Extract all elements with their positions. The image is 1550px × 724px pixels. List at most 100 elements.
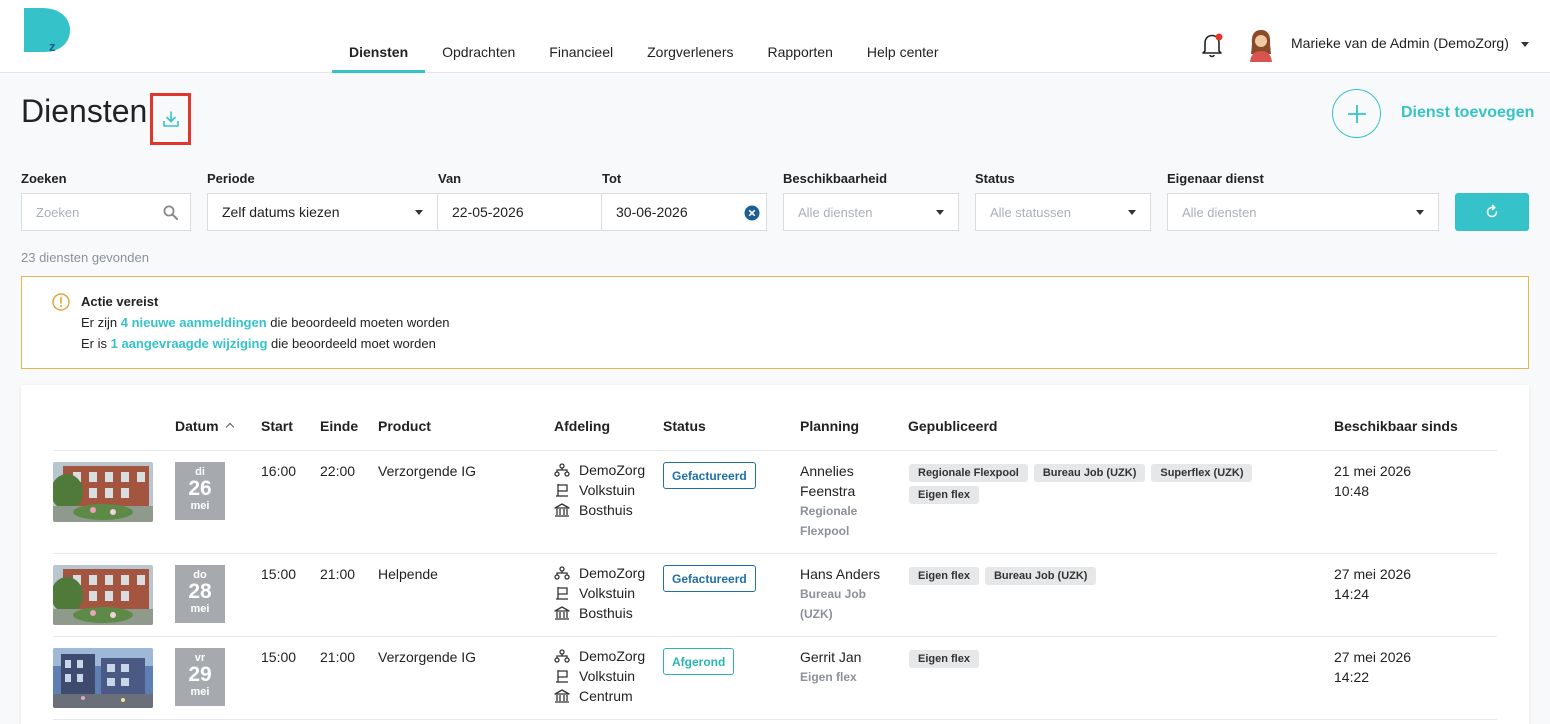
location-name: Centrum (579, 688, 633, 704)
add-service-button[interactable] (1332, 89, 1381, 138)
van-date-input[interactable]: 22-05-2026 (437, 193, 602, 231)
department-icon (556, 587, 568, 600)
nav-zorgverleners[interactable]: Zorgverleners (630, 32, 750, 73)
alert-text: Er zijn (81, 315, 121, 330)
download-icon (162, 111, 179, 127)
location-photo (53, 648, 153, 708)
date-badge: vr 29 mei (175, 648, 225, 706)
tot-value: 30-06-2026 (616, 204, 688, 220)
add-service-label[interactable]: Dienst toevoegen (1401, 104, 1534, 122)
van-value: 22-05-2026 (452, 204, 524, 220)
chevron-down-icon (1128, 210, 1136, 215)
beschikbaarheid-select[interactable]: Alle diensten (783, 193, 959, 231)
download-button[interactable] (150, 93, 191, 145)
clear-icon[interactable] (744, 205, 760, 221)
available-since: 21 mei 2026 10:48 (1334, 461, 1411, 501)
periode-label: Periode (207, 171, 255, 186)
end-time: 21:00 (320, 566, 356, 582)
reset-filters-button[interactable] (1455, 193, 1529, 231)
nav-rapporten[interactable]: Rapporten (751, 32, 850, 73)
search-input[interactable]: Zoeken (21, 193, 191, 231)
day-number: 29 (188, 663, 212, 686)
avatar[interactable] (1246, 28, 1276, 62)
planned-person-lastname[interactable]: Feenstra (800, 481, 857, 501)
nav-financieel[interactable]: Financieel (532, 32, 630, 73)
department-icon (556, 484, 568, 497)
status-select[interactable]: Alle statussen (975, 193, 1151, 231)
column-header-beschikbaar-sinds: Beschikbaar sinds (1334, 418, 1458, 434)
status-label: Status (975, 171, 1015, 186)
product: Verzorgende IG (378, 649, 477, 665)
tag: Eigen flex (909, 567, 979, 585)
nav-opdrachten[interactable]: Opdrachten (425, 32, 532, 73)
logo[interactable]: z (22, 6, 72, 54)
tag: Bureau Job (UZK) (984, 567, 1097, 585)
table-row[interactable]: di 26 mei 16:00 22:00 Verzorgende IG Dem… (21, 451, 1529, 554)
beschikbaarheid-placeholder: Alle diensten (798, 204, 873, 220)
refresh-icon (1486, 204, 1498, 218)
available-time: 14:24 (1334, 586, 1370, 602)
tot-label: Tot (602, 171, 622, 186)
sort-ascending-icon (225, 422, 234, 432)
search-label: Zoeken (21, 171, 67, 186)
planning-source: Regionale (800, 504, 858, 518)
product: Helpende (378, 566, 438, 582)
afdeling: DemoZorg Volkstuin Bosthuis (554, 460, 645, 520)
column-header-product: Product (378, 418, 431, 434)
end-time: 21:00 (320, 649, 356, 665)
column-header-status: Status (663, 418, 706, 434)
column-header-planning: Planning (800, 418, 860, 434)
building-icon (554, 606, 570, 620)
new-registrations-link[interactable]: 4 nieuwe aanmeldingen (121, 315, 267, 330)
organization-icon (554, 566, 570, 580)
eigenaar-select[interactable]: Alle diensten (1167, 193, 1439, 231)
tot-date-input[interactable]: 30-06-2026 (601, 193, 767, 231)
product: Verzorgende IG (378, 463, 477, 479)
planned-person[interactable]: Annelies (800, 461, 857, 481)
organization-name: DemoZorg (579, 648, 646, 664)
planned-person[interactable]: Hans Anders (800, 564, 880, 584)
status-placeholder: Alle statussen (990, 204, 1071, 220)
alert-line-wijziging: Er is 1 aangevraagde wijziging die beoor… (81, 336, 436, 351)
date-badge: di 26 mei (175, 462, 225, 520)
header-label: Datum (175, 418, 219, 434)
planning-source-2: Flexpool (800, 524, 850, 538)
nav-diensten[interactable]: Diensten (332, 32, 426, 73)
date-badge: do 28 mei (175, 565, 225, 623)
warning-icon (52, 293, 70, 311)
start-time: 15:00 (261, 566, 297, 582)
tag: Bureau Job (UZK) (1033, 464, 1146, 482)
alert-text: die beoordeeld moeten worden (266, 315, 450, 330)
status-badge: Gefactureerd (663, 565, 756, 592)
column-header-datum[interactable]: Datum (175, 418, 234, 434)
eigenaar-label: Eigenaar dienst (1167, 171, 1264, 186)
department-name: Volkstuin (579, 482, 636, 498)
department-name: Volkstuin (579, 668, 636, 684)
planning: Gerrit Jan Eigen flex (800, 647, 861, 687)
organization-name: DemoZorg (579, 462, 646, 478)
month: mei (190, 500, 210, 512)
requested-change-link[interactable]: 1 aangevraagde wijziging (111, 336, 268, 351)
building-icon (554, 503, 570, 517)
notification-bell-icon[interactable] (1200, 30, 1226, 60)
available-date: 27 mei 2026 (1334, 566, 1412, 582)
periode-select[interactable]: Zelf datums kiezen (207, 193, 438, 231)
periode-value: Zelf datums kiezen (222, 204, 340, 220)
chevron-down-icon (415, 210, 423, 215)
day-number: 26 (188, 477, 212, 500)
published-tags: Eigen flex (909, 650, 1259, 668)
start-time: 15:00 (261, 649, 297, 665)
user-menu[interactable]: Marieke van de Admin (DemoZorg) (1291, 35, 1529, 51)
table-row[interactable]: do 28 mei 15:00 21:00 Helpende DemoZorg … (21, 554, 1529, 636)
published-tags: Eigen flex Bureau Job (UZK) (909, 567, 1259, 585)
chevron-down-icon (1520, 41, 1529, 47)
beschikbaarheid-label: Beschikbaarheid (783, 171, 888, 186)
table-row[interactable]: vr 29 mei 15:00 21:00 Verzorgende IG Dem… (21, 637, 1529, 719)
available-time: 14:22 (1334, 669, 1370, 685)
alert-title: Actie vereist (81, 294, 159, 309)
nav-help-center[interactable]: Help center (850, 32, 956, 73)
search-placeholder: Zoeken (36, 204, 80, 220)
page-title: Diensten (21, 93, 148, 129)
column-header-afdeling: Afdeling (554, 418, 610, 434)
planned-person[interactable]: Gerrit Jan (800, 647, 861, 667)
